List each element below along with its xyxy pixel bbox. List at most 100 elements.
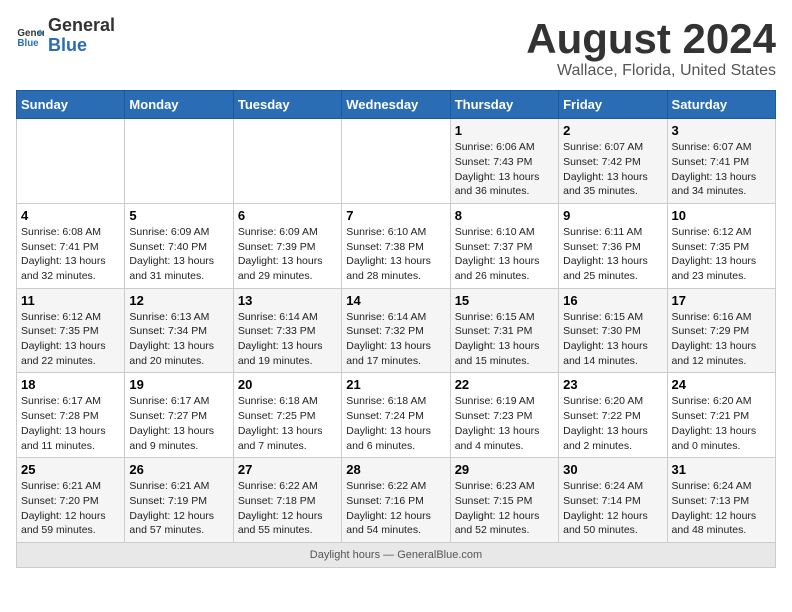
day-info: Sunrise: 6:15 AM Sunset: 7:31 PM Dayligh… xyxy=(455,311,540,367)
day-cell: 15 Sunrise: 6:15 AM Sunset: 7:31 PM Dayli… xyxy=(450,288,558,373)
day-cell: 7 Sunrise: 6:10 AM Sunset: 7:38 PM Daylig… xyxy=(342,203,450,288)
weekday-header-wednesday: Wednesday xyxy=(342,91,450,119)
day-cell: 6 Sunrise: 6:09 AM Sunset: 7:39 PM Daylig… xyxy=(233,203,341,288)
day-number: 13 xyxy=(238,293,337,308)
day-number: 8 xyxy=(455,208,554,223)
day-info: Sunrise: 6:12 AM Sunset: 7:35 PM Dayligh… xyxy=(672,226,757,282)
day-number: 1 xyxy=(455,123,554,138)
day-cell: 8 Sunrise: 6:10 AM Sunset: 7:37 PM Daylig… xyxy=(450,203,558,288)
day-number: 3 xyxy=(672,123,771,138)
day-info: Sunrise: 6:17 AM Sunset: 7:27 PM Dayligh… xyxy=(129,395,214,451)
day-cell: 27 Sunrise: 6:22 AM Sunset: 7:18 PM Dayli… xyxy=(233,458,341,543)
day-info: Sunrise: 6:23 AM Sunset: 7:15 PM Dayligh… xyxy=(455,480,540,536)
day-number: 16 xyxy=(563,293,662,308)
day-cell xyxy=(17,119,125,204)
day-number: 20 xyxy=(238,377,337,392)
day-cell: 17Sunrise: 6:16 AM Sunset: 7:29 PM Dayli… xyxy=(667,288,775,373)
day-cell: 26 Sunrise: 6:21 AM Sunset: 7:19 PM Dayli… xyxy=(125,458,233,543)
day-cell: 14Sunrise: 6:14 AM Sunset: 7:32 PM Dayli… xyxy=(342,288,450,373)
calendar-table: SundayMondayTuesdayWednesdayThursdayFrid… xyxy=(16,90,776,568)
day-cell xyxy=(233,119,341,204)
day-number: 22 xyxy=(455,377,554,392)
logo-icon: General Blue xyxy=(16,22,44,50)
day-info: Sunrise: 6:20 AM Sunset: 7:21 PM Dayligh… xyxy=(672,395,757,451)
day-cell: 12 Sunrise: 6:13 AM Sunset: 7:34 PM Dayli… xyxy=(125,288,233,373)
day-cell: 9 Sunrise: 6:11 AM Sunset: 7:36 PM Daylig… xyxy=(559,203,667,288)
week-row-1: 1 Sunrise: 6:06 AM Sunset: 7:43 PM Daylig… xyxy=(17,119,776,204)
day-number: 17 xyxy=(672,293,771,308)
day-cell: 1 Sunrise: 6:06 AM Sunset: 7:43 PM Daylig… xyxy=(450,119,558,204)
day-number: 5 xyxy=(129,208,228,223)
day-number: 28 xyxy=(346,462,445,477)
day-cell: 16 Sunrise: 6:15 AM Sunset: 7:30 PM Dayli… xyxy=(559,288,667,373)
day-info: Sunrise: 6:06 AM Sunset: 7:43 PM Dayligh… xyxy=(455,141,540,197)
day-info: Sunrise: 6:10 AM Sunset: 7:37 PM Dayligh… xyxy=(455,226,540,282)
day-cell: 25Sunrise: 6:21 AM Sunset: 7:20 PM Dayli… xyxy=(17,458,125,543)
day-info: Sunrise: 6:13 AM Sunset: 7:34 PM Dayligh… xyxy=(129,311,214,367)
day-info: Sunrise: 6:09 AM Sunset: 7:40 PM Dayligh… xyxy=(129,226,214,282)
day-info: Sunrise: 6:07 AM Sunset: 7:41 PM Dayligh… xyxy=(672,141,757,197)
day-cell: 2Sunrise: 6:07 AM Sunset: 7:42 PM Daylig… xyxy=(559,119,667,204)
day-number: 31 xyxy=(672,462,771,477)
day-info: Sunrise: 6:15 AM Sunset: 7:30 PM Dayligh… xyxy=(563,311,648,367)
day-info: Sunrise: 6:22 AM Sunset: 7:18 PM Dayligh… xyxy=(238,480,323,536)
day-cell: 23 Sunrise: 6:20 AM Sunset: 7:22 PM Dayli… xyxy=(559,373,667,458)
day-cell: 3 Sunrise: 6:07 AM Sunset: 7:41 PM Daylig… xyxy=(667,119,775,204)
day-number: 19 xyxy=(129,377,228,392)
weekday-header-row: SundayMondayTuesdayWednesdayThursdayFrid… xyxy=(17,91,776,119)
svg-text:Blue: Blue xyxy=(17,38,39,49)
day-info: Sunrise: 6:21 AM Sunset: 7:20 PM Dayligh… xyxy=(21,480,106,536)
day-cell: 19 Sunrise: 6:17 AM Sunset: 7:27 PM Dayli… xyxy=(125,373,233,458)
day-number: 9 xyxy=(563,208,662,223)
day-number: 30 xyxy=(563,462,662,477)
day-info: Sunrise: 6:11 AM Sunset: 7:36 PM Dayligh… xyxy=(563,226,648,282)
day-cell: 30 Sunrise: 6:24 AM Sunset: 7:14 PM Dayli… xyxy=(559,458,667,543)
day-cell: 28 Sunrise: 6:22 AM Sunset: 7:16 PM Dayli… xyxy=(342,458,450,543)
day-info: Sunrise: 6:17 AM Sunset: 7:28 PM Dayligh… xyxy=(21,395,106,451)
day-number: 7 xyxy=(346,208,445,223)
day-cell xyxy=(125,119,233,204)
weekday-header-saturday: Saturday xyxy=(667,91,775,119)
day-info: Sunrise: 6:09 AM Sunset: 7:39 PM Dayligh… xyxy=(238,226,323,282)
day-info: Sunrise: 6:24 AM Sunset: 7:14 PM Dayligh… xyxy=(563,480,648,536)
weekday-header-monday: Monday xyxy=(125,91,233,119)
day-cell: 11Sunrise: 6:12 AM Sunset: 7:35 PM Dayli… xyxy=(17,288,125,373)
day-info: Sunrise: 6:10 AM Sunset: 7:38 PM Dayligh… xyxy=(346,226,431,282)
day-number: 23 xyxy=(563,377,662,392)
week-row-2: 4Sunrise: 6:08 AM Sunset: 7:41 PM Daylig… xyxy=(17,203,776,288)
day-number: 15 xyxy=(455,293,554,308)
day-number: 24 xyxy=(672,377,771,392)
day-info: Sunrise: 6:14 AM Sunset: 7:33 PM Dayligh… xyxy=(238,311,323,367)
day-cell: 5 Sunrise: 6:09 AM Sunset: 7:40 PM Daylig… xyxy=(125,203,233,288)
day-number: 27 xyxy=(238,462,337,477)
day-cell: 20 Sunrise: 6:18 AM Sunset: 7:25 PM Dayli… xyxy=(233,373,341,458)
calendar-title: August 2024 xyxy=(526,16,776,62)
logo: General Blue General Blue xyxy=(16,16,115,56)
day-number: 21 xyxy=(346,377,445,392)
day-number: 26 xyxy=(129,462,228,477)
day-info: Sunrise: 6:21 AM Sunset: 7:19 PM Dayligh… xyxy=(129,480,214,536)
day-info: Sunrise: 6:22 AM Sunset: 7:16 PM Dayligh… xyxy=(346,480,431,536)
day-cell xyxy=(342,119,450,204)
footer-row: Daylight hours — GeneralBlue.com xyxy=(17,542,776,567)
day-cell: 24 Sunrise: 6:20 AM Sunset: 7:21 PM Dayli… xyxy=(667,373,775,458)
day-cell: 21Sunrise: 6:18 AM Sunset: 7:24 PM Dayli… xyxy=(342,373,450,458)
day-number: 12 xyxy=(129,293,228,308)
weekday-header-friday: Friday xyxy=(559,91,667,119)
day-number: 4 xyxy=(21,208,120,223)
day-number: 6 xyxy=(238,208,337,223)
day-number: 29 xyxy=(455,462,554,477)
weekday-header-tuesday: Tuesday xyxy=(233,91,341,119)
day-cell: 4Sunrise: 6:08 AM Sunset: 7:41 PM Daylig… xyxy=(17,203,125,288)
day-cell: 13 Sunrise: 6:14 AM Sunset: 7:33 PM Dayli… xyxy=(233,288,341,373)
day-cell: 10Sunrise: 6:12 AM Sunset: 7:35 PM Dayli… xyxy=(667,203,775,288)
footer-cell: Daylight hours — GeneralBlue.com xyxy=(17,542,776,567)
week-row-5: 25Sunrise: 6:21 AM Sunset: 7:20 PM Dayli… xyxy=(17,458,776,543)
day-info: Sunrise: 6:18 AM Sunset: 7:25 PM Dayligh… xyxy=(238,395,323,451)
logo-text: General Blue xyxy=(48,16,115,56)
weekday-header-thursday: Thursday xyxy=(450,91,558,119)
day-info: Sunrise: 6:20 AM Sunset: 7:22 PM Dayligh… xyxy=(563,395,648,451)
day-cell: 18Sunrise: 6:17 AM Sunset: 7:28 PM Dayli… xyxy=(17,373,125,458)
day-cell: 29 Sunrise: 6:23 AM Sunset: 7:15 PM Dayli… xyxy=(450,458,558,543)
title-block: August 2024 Wallace, Florida, United Sta… xyxy=(526,16,776,80)
